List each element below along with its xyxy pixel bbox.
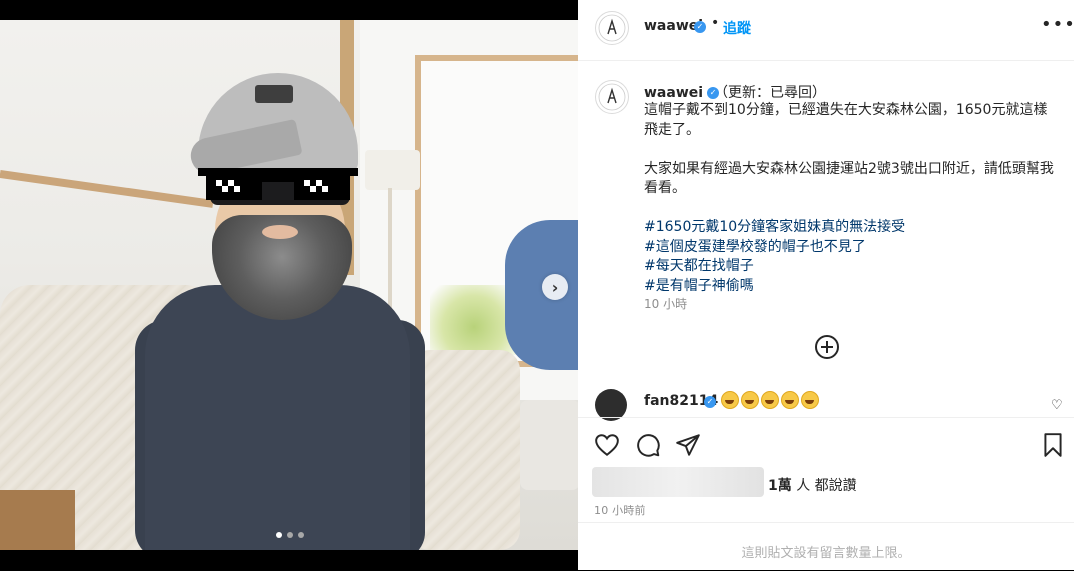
avatar-logo-icon: [598, 83, 626, 111]
post-actions: 1萬 人 都說讚 10 小時前 這則貼文設有留言數量上限。: [578, 417, 1074, 570]
post-caption: waawei ✓ （更新：已尋回） 這帽子戴不到10分鐘，已經遺失在大安森林公園，…: [578, 60, 1074, 385]
carousel-dot: [287, 532, 293, 538]
photo-bg-chair-base: [520, 400, 578, 490]
photo-cap-logo: [255, 85, 293, 103]
hashtag-link[interactable]: #1650元戴10分鐘客家姐妹真的無法接受: [644, 219, 905, 235]
likes-suffix: 人 都說讚: [791, 478, 857, 494]
liked-by-blurred: [592, 467, 764, 497]
likes-summary[interactable]: 1萬 人 都說讚: [768, 475, 857, 495]
photo-bg-lamp: [365, 150, 420, 190]
pixel-sunglasses-sticker: [198, 168, 358, 200]
header-separator: •: [711, 15, 720, 31]
laughing-emoji-icon: [761, 391, 779, 409]
photo-child-shirt: [145, 285, 410, 550]
caption-body: 這帽子戴不到10分鐘，已經遺失在大安森林公園，1650元就這樣飛走了。 大家如果…: [644, 101, 1054, 296]
photo-bg-lamp-pole: [388, 188, 392, 318]
share-paper-plane-icon[interactable]: [675, 432, 701, 458]
author-avatar[interactable]: [595, 11, 629, 45]
hashtag-link[interactable]: #這個皮蛋建學校發的帽子也不見了: [644, 239, 866, 255]
verified-badge-icon: ✓: [704, 396, 716, 408]
hashtag-link[interactable]: #是有帽子神偷嗎: [644, 278, 754, 294]
comment-like-heart-icon[interactable]: ♡: [1051, 398, 1063, 413]
carousel-dots: [270, 532, 310, 540]
caption-line: 大家如果有經過大安森林公園捷運站2號3號出口附近，請低頭幫我看看。: [644, 160, 1054, 197]
bottom-letterbox: [0, 550, 578, 570]
caption-username[interactable]: waawei: [644, 85, 703, 101]
chevron-right-icon: ›: [551, 277, 559, 297]
heart-icon[interactable]: [594, 432, 620, 458]
caption-update-note: （更新：已尋回）: [714, 85, 826, 101]
caption-user: waawei ✓: [644, 82, 720, 101]
photo-bg-shelf: [0, 170, 214, 208]
comment-emoji-text: [721, 391, 819, 409]
carousel-dot: [298, 532, 304, 538]
avatar-logo-icon: [598, 14, 626, 42]
instagram-post-viewer: › waawei ✓ • 追蹤 ••• waawei ✓ （更新：已尋回） 這帽…: [0, 0, 1074, 570]
comment-row: fan82114 ✓ ♡: [578, 385, 1074, 421]
photo-child-mouth: [262, 225, 298, 239]
caption-time: 10 小時: [644, 297, 688, 311]
photo-bg-chair: [505, 220, 578, 370]
comment-limit-bar: 這則貼文設有留言數量上限。: [578, 522, 1074, 571]
comment-limit-notice: 這則貼文設有留言數量上限。: [741, 546, 911, 561]
post-header: waawei ✓ • 追蹤 •••: [578, 0, 1074, 61]
photo-bg-table: [0, 490, 75, 550]
post-photo[interactable]: [0, 20, 578, 550]
post-side-panel: waawei ✓ • 追蹤 ••• waawei ✓ （更新：已尋回） 這帽子戴不…: [578, 0, 1074, 570]
laughing-emoji-icon: [801, 391, 819, 409]
post-timestamp: 10 小時前: [594, 504, 646, 517]
caption-line: 這帽子戴不到10分鐘，已經遺失在大安森林公園，1650元就這樣飛走了。: [644, 102, 1048, 138]
comment-bubble-icon[interactable]: [635, 432, 661, 458]
carousel-next-button[interactable]: ›: [542, 274, 568, 300]
caption-avatar[interactable]: [595, 80, 629, 114]
photo-bg-sofa-right: [410, 350, 520, 550]
verified-badge-icon: ✓: [694, 21, 706, 33]
carousel-dot: [276, 532, 282, 538]
laughing-emoji-icon: [721, 391, 739, 409]
laughing-emoji-icon: [741, 391, 759, 409]
follow-button[interactable]: 追蹤: [723, 18, 751, 38]
load-more-comments-plus-icon[interactable]: [815, 335, 839, 359]
hashtag-link[interactable]: #每天都在找帽子: [644, 258, 754, 274]
likes-count: 1萬: [768, 478, 792, 494]
more-options-icon[interactable]: •••: [1041, 14, 1074, 35]
bookmark-icon[interactable]: [1040, 432, 1066, 458]
laughing-emoji-icon: [781, 391, 799, 409]
